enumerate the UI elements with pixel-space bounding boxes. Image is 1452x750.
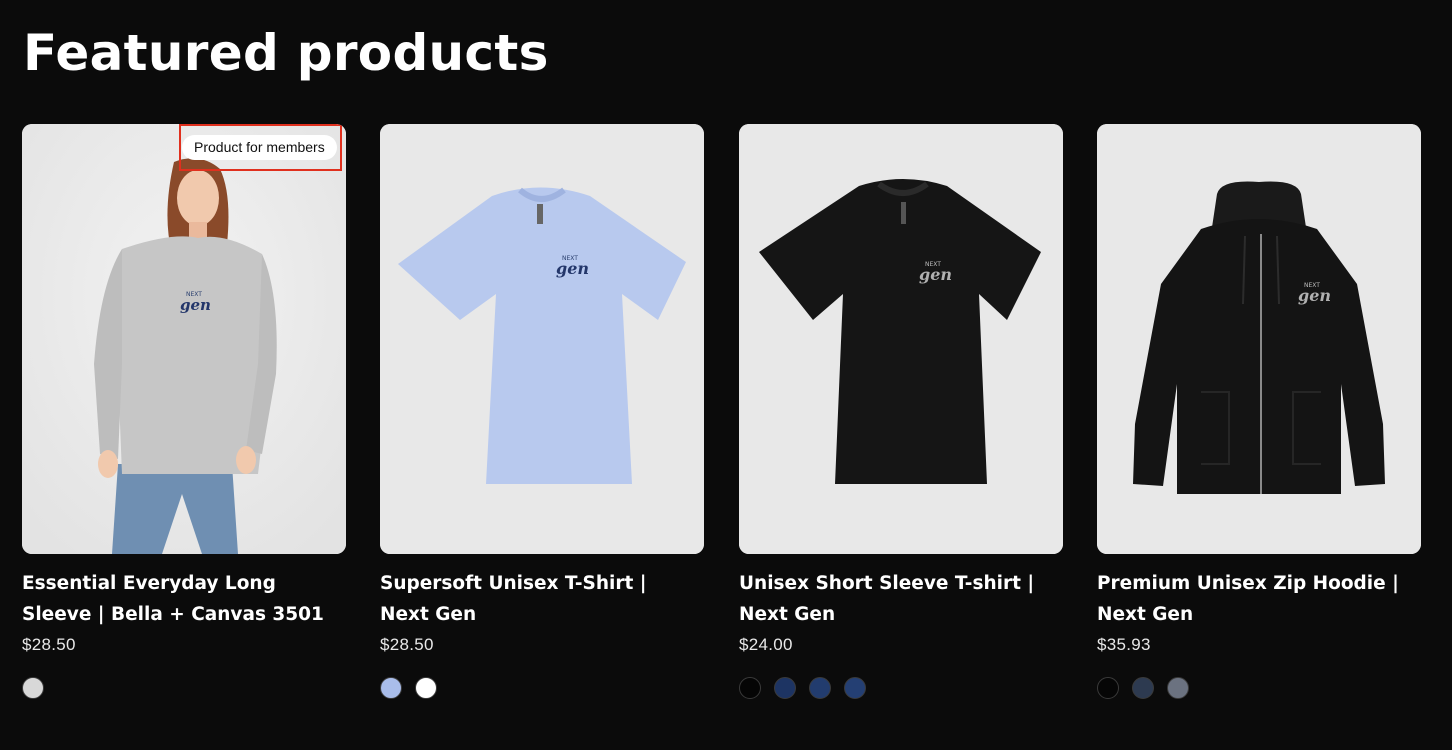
- svg-text:gen: gen: [919, 265, 952, 284]
- color-swatches: [739, 677, 866, 699]
- product-price: $35.93: [1097, 635, 1151, 654]
- badge-highlight-box: [179, 124, 342, 171]
- color-swatch[interactable]: [844, 677, 866, 699]
- product-title[interactable]: Supersoft Unisex T-Shirt | Next Gen: [380, 568, 700, 630]
- model-long-sleeve-image: NEXT gen: [22, 124, 346, 554]
- section-title: Featured products: [23, 24, 549, 82]
- product-price: $24.00: [739, 635, 793, 654]
- color-swatch[interactable]: [1097, 677, 1119, 699]
- product-title[interactable]: Premium Unisex Zip Hoodie | Next Gen: [1097, 568, 1417, 630]
- svg-text:gen: gen: [180, 296, 211, 314]
- black-zip-hoodie-image: NEXT gen: [1097, 124, 1421, 554]
- product-image[interactable]: NEXT gen: [1097, 124, 1421, 554]
- color-swatch[interactable]: [22, 677, 44, 699]
- color-swatches: [1097, 677, 1189, 699]
- product-card[interactable]: NEXT gen Unisex Short Sleeve T-shirt | N…: [739, 124, 1063, 699]
- product-card[interactable]: NEXT gen Supersoft Unisex T-Shirt | Next…: [380, 124, 704, 699]
- product-title[interactable]: Essential Everyday Long Sleeve | Bella +…: [22, 568, 342, 630]
- color-swatch[interactable]: [739, 677, 761, 699]
- color-swatch[interactable]: [415, 677, 437, 699]
- color-swatch[interactable]: [1132, 677, 1154, 699]
- product-image[interactable]: NEXT gen: [739, 124, 1063, 554]
- black-tshirt-image: NEXT gen: [739, 124, 1063, 554]
- color-swatch[interactable]: [809, 677, 831, 699]
- product-card[interactable]: NEXT gen Product for members Essential E…: [22, 124, 346, 699]
- product-price: $28.50: [380, 635, 434, 654]
- color-swatches: [380, 677, 437, 699]
- product-title[interactable]: Unisex Short Sleeve T-shirt | Next Gen: [739, 568, 1059, 630]
- light-blue-tshirt-image: NEXT gen: [380, 124, 704, 554]
- product-image[interactable]: NEXT gen Product for members: [22, 124, 346, 554]
- product-card[interactable]: NEXT gen Premium Unisex Zip Hoodie | Nex…: [1097, 124, 1421, 699]
- svg-text:gen: gen: [556, 259, 589, 278]
- product-image[interactable]: NEXT gen: [380, 124, 704, 554]
- product-price: $28.50: [22, 635, 76, 654]
- color-swatch[interactable]: [1167, 677, 1189, 699]
- svg-text:gen: gen: [1298, 286, 1331, 305]
- color-swatch[interactable]: [774, 677, 796, 699]
- color-swatch[interactable]: [380, 677, 402, 699]
- color-swatches: [22, 677, 44, 699]
